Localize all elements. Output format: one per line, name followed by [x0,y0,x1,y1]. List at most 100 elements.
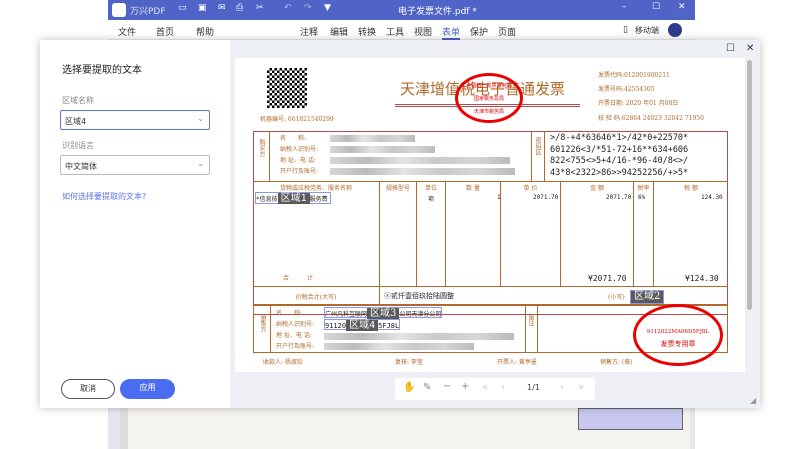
zoom-out-button[interactable]: − [443,381,451,392]
open-icon[interactable]: ▭ [178,3,187,13]
undo-icon[interactable]: ↶ [284,3,292,13]
sum-words: ⓧ贰仟壹佰玖拾陆圆整 [384,292,454,300]
close-button[interactable]: ✕ [678,2,686,12]
menu-form[interactable]: 表单 [442,25,461,40]
region-1-selection[interactable]: *信息技 区域1 服务费 [255,192,331,204]
scrollbar[interactable] [747,60,752,310]
redacted [330,135,415,142]
sum-label: 价税合计(大写) [253,287,380,305]
panel-title: 选择要提取的文本 [62,65,142,76]
language-label: 识别语言 [62,141,94,150]
redacted [324,333,514,340]
total-row: 价税合计(大写) ⓧ贰仟壹佰玖拾陆圆整 (小写) 区域2 [253,286,728,305]
minimize-button[interactable]: – [622,2,627,12]
region-select[interactable]: 区域4 ⌄ [60,110,210,130]
chevron-down-icon: ⌄ [197,159,204,168]
menu-view[interactable]: 视图 [414,25,432,38]
print-icon[interactable]: ⎙ [236,3,243,13]
total-tax: ¥124.30 [685,274,719,283]
settings-panel: 选择要提取的文本 区域名称 区域4 ⌄ 识别语言 中文简体 ⌄ 如何选择要提取的文本… [40,40,230,408]
qr-code [267,68,307,108]
cipher-area: >/8-+4*63646*1>/42*0+22570* 601226<3/*51-… [550,133,689,178]
item-price: 2071.70 [533,194,559,201]
item-rate: 6% [638,194,646,201]
total-amount: ¥2071.70 [588,274,627,283]
invoice-date: 开票日期: 2020 年01 月08日 [598,100,679,107]
region-4-selection[interactable]: 91120 区域4 5FJ8L [324,319,401,331]
redacted [330,157,510,164]
seller-stamp: 9112022MA06D5FJ8L 发票专用章 [633,304,723,366]
mail-icon[interactable]: ✉ [218,3,226,13]
background-document [120,408,690,449]
cut-icon[interactable]: ✂ [256,3,264,13]
save-icon[interactable]: ▣ [198,3,207,13]
prev-page-button[interactable]: ‹ [501,382,505,393]
small-label: (小写) [608,294,625,301]
help-link[interactable]: 如何选择要提取的文本? [62,191,146,202]
buyer-label: 购买方 [253,131,270,181]
last-page-button[interactable]: » [578,382,584,393]
close-dialog-button[interactable]: ✕ [746,43,754,54]
item-qty: 1 [497,194,501,201]
menu-help[interactable]: 帮助 [196,25,214,38]
file-title: 电子发票文件.pdf * [398,7,477,17]
machine-number: 机器编号: 661821540299 [260,116,334,123]
invoice-number: 发票号码:42554305 [598,86,655,93]
item-unit: 项 [428,196,435,203]
menu-protect[interactable]: 保护 [470,25,488,38]
menu-file[interactable]: 文件 [118,25,136,38]
region-3-label: 区域3 [367,308,400,319]
first-page-button[interactable]: « [482,382,488,393]
item-tax: 124.30 [701,194,723,201]
language-select[interactable]: 中文简体 ⌄ [60,155,210,175]
menu-tools[interactable]: 工具 [386,25,404,38]
chevron-down-icon: ⌄ [197,114,204,123]
next-page-button[interactable]: › [560,382,564,393]
redacted [330,168,515,175]
title-bar: 万兴PDF ▭ ▣ ✉ ⎙ ✂ ↶ ↷ ▼ 电子发票文件.pdf * – ☐ ✕ [108,0,695,20]
hand-tool-icon[interactable]: ✋ [403,382,415,393]
cancel-button[interactable]: 取消 [61,379,115,399]
redacted [330,146,435,153]
account-avatar[interactable] [668,23,682,37]
page-indicator[interactable]: 1/1 [527,383,540,392]
apply-button[interactable]: 应用 [120,379,175,399]
menu-comment[interactable]: 注释 [300,25,318,38]
redo-icon[interactable]: ↷ [304,3,312,13]
resize-handle[interactable]: ◢ [750,396,756,405]
header-spec: 规格型号 [380,181,417,286]
buyer-fields: 名 称: 纳税人识别号: 地 址、电 话: 开户行及账号: [270,131,532,181]
tax-bureau-stamp: 全国统一发票监制章 国家税务总局 天津市税务局 [455,73,523,123]
reviewer: 复核: 李莹 [395,359,423,366]
mobile-icon: ▯ [623,25,628,35]
remark-label: 备注 [525,306,538,352]
seller-signature: 销售方: (章) [600,359,633,366]
app-name: 万兴PDF [130,7,166,17]
check-code: 校 验 码:62864 24023 32042 71950 [598,115,704,122]
extract-text-dialog: 选择要提取的文本 区域名称 区域4 ⌄ 识别语言 中文简体 ⌄ 如何选择要提取的文本… [40,40,760,408]
menu-home[interactable]: 首页 [156,25,174,38]
zoom-in-button[interactable]: + [461,381,469,392]
seller-label: 销售方 [254,306,271,352]
pencil-icon[interactable]: ✎ [423,382,431,393]
menu-convert[interactable]: 转换 [358,25,376,38]
maximize-button[interactable]: ☐ [652,2,660,12]
payee: 收款人: 杨淑珍 [263,359,303,366]
region-label: 区域名称 [62,96,94,105]
dropdown-icon[interactable]: ▼ [324,3,331,13]
issuer: 开票人: 黄亭曼 [497,359,537,366]
menu-bar: 文件 首页 帮助 注释 编辑 转换 工具 视图 表单 保护 页面 ▯ 移动端 [108,20,695,40]
maximize-dialog-button[interactable]: ☐ [726,43,735,54]
region-3-selection[interactable]: 广州凡科互联网 区域3 公司天津分公司 [324,307,443,319]
menu-edit[interactable]: 编辑 [330,25,348,38]
cipher-label: 密码区 [532,131,545,181]
region-2-label[interactable]: 区域2 [630,290,665,304]
menu-page[interactable]: 页面 [498,25,516,38]
region-1-label: 区域1 [277,193,310,204]
region-4-label: 区域4 [346,320,379,331]
invoice-code: 发票代码:012001900211 [598,72,670,79]
item-amount: 2071.70 [606,194,632,201]
items-table: 货物或应税劳务、服务名称 规格型号 单位 数 量 单 价 金 额 税率 税 额 … [253,181,728,286]
mobile-link[interactable]: 移动端 [635,25,659,36]
total-label: 合 计 [283,275,314,282]
